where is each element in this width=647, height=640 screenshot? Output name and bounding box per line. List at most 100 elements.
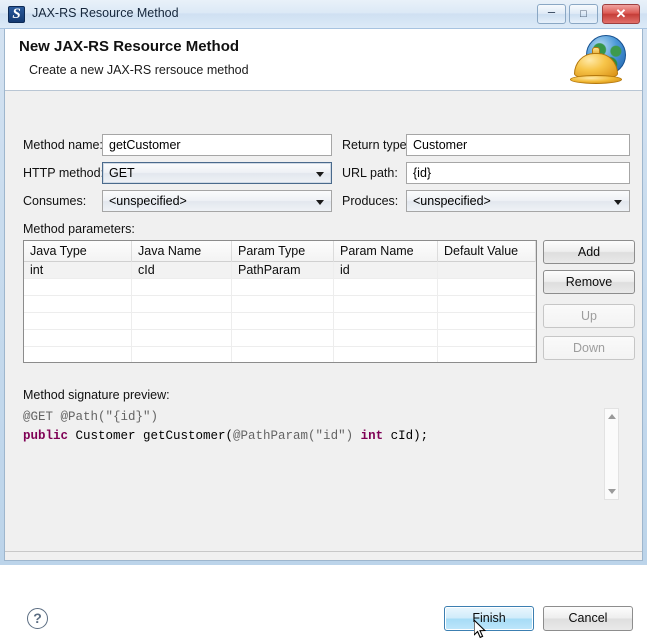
return-type-input[interactable]: Customer xyxy=(406,134,630,156)
table-header-row: Java Type Java Name Param Type Param Name De… xyxy=(24,241,536,262)
preview-label: Method signature preview: xyxy=(23,388,170,402)
preview-keyword-int: int xyxy=(360,429,384,443)
table-row[interactable] xyxy=(24,330,536,347)
down-param-button: Down xyxy=(543,336,635,360)
table-row[interactable] xyxy=(24,313,536,330)
table-cell xyxy=(438,313,536,330)
preview-pathparam: @PathParam("id") xyxy=(233,429,354,443)
chevron-down-icon xyxy=(316,200,324,205)
minimize-button[interactable]: – xyxy=(537,4,566,24)
column-header[interactable]: Java Name xyxy=(132,241,232,262)
url-path-input[interactable]: {id} xyxy=(406,162,630,184)
footer-separator xyxy=(5,551,642,552)
table-cell xyxy=(232,347,334,362)
bell-base-icon xyxy=(570,75,622,84)
table-cell: id xyxy=(334,262,438,279)
window-title: JAX-RS Resource Method xyxy=(32,6,179,20)
table-cell xyxy=(438,347,536,362)
cancel-button[interactable]: Cancel xyxy=(543,606,633,631)
column-header[interactable]: Java Type xyxy=(24,241,132,262)
table-cell xyxy=(132,347,232,362)
table-row[interactable]: int cId PathParam id xyxy=(24,262,536,279)
table-cell xyxy=(334,296,438,313)
preview-scrollbar[interactable] xyxy=(604,408,619,500)
page-subtitle: Create a new JAX-RS rersouce method xyxy=(29,63,249,77)
table-cell xyxy=(132,296,232,313)
method-signature-preview: @GET @Path("{id}") public Customer getCu… xyxy=(19,404,627,533)
method-parameters-label: Method parameters: xyxy=(23,222,135,236)
dialog-body: New JAX-RS Resource Method Create a new … xyxy=(4,29,643,639)
table-cell: cId xyxy=(132,262,232,279)
table-body: int cId PathParam id xyxy=(24,262,536,362)
table-cell xyxy=(24,279,132,296)
http-method-value: GET xyxy=(109,166,135,180)
preview-mid: Customer getCustomer( xyxy=(68,429,234,443)
help-icon[interactable]: ? xyxy=(27,608,48,629)
table-cell: int xyxy=(24,262,132,279)
dialog-window: S JAX-RS Resource Method – □ ✕ New JAX-R… xyxy=(0,0,647,639)
remove-param-button[interactable]: Remove xyxy=(543,270,635,294)
http-method-label: HTTP method: xyxy=(23,166,105,180)
finish-button[interactable]: Finish xyxy=(444,606,534,631)
mouse-cursor xyxy=(474,620,487,639)
maximize-button[interactable]: □ xyxy=(569,4,598,24)
table-row[interactable] xyxy=(24,279,536,296)
table-cell xyxy=(438,279,536,296)
table-cell xyxy=(132,279,232,296)
preview-code: @GET @Path("{id}") public Customer getCu… xyxy=(23,408,601,446)
consumes-value: <unspecified> xyxy=(109,194,187,208)
table-cell xyxy=(232,330,334,347)
produces-select[interactable]: <unspecified> xyxy=(406,190,630,212)
table-row[interactable] xyxy=(24,296,536,313)
table-cell xyxy=(334,330,438,347)
table-cell xyxy=(438,296,536,313)
table-cell xyxy=(24,313,132,330)
chevron-down-icon xyxy=(614,200,622,205)
close-icon: ✕ xyxy=(615,6,627,21)
http-method-select[interactable]: GET xyxy=(102,162,332,184)
scroll-up-icon[interactable] xyxy=(608,414,616,419)
table-cell xyxy=(334,279,438,296)
preview-keyword-public: public xyxy=(23,429,69,443)
table-cell xyxy=(334,347,438,362)
jaxrs-icon-glyph: S xyxy=(12,6,21,22)
method-name-input[interactable]: getCustomer xyxy=(102,134,332,156)
url-path-label: URL path: xyxy=(342,166,398,180)
column-header[interactable]: Param Type xyxy=(232,241,334,262)
minimize-icon: – xyxy=(547,4,556,19)
table-cell xyxy=(24,347,132,362)
column-header[interactable]: Default Value xyxy=(438,241,536,262)
page-title: New JAX-RS Resource Method xyxy=(19,38,240,55)
jaxrs-icon: S xyxy=(8,6,25,23)
table-cell xyxy=(438,262,536,279)
method-name-label: Method name: xyxy=(23,138,103,152)
table-cell xyxy=(132,330,232,347)
consumes-label: Consumes: xyxy=(23,194,87,208)
table-cell xyxy=(438,330,536,347)
column-header[interactable]: Param Name xyxy=(334,241,438,262)
up-param-button: Up xyxy=(543,304,635,328)
add-param-button[interactable]: Add xyxy=(543,240,635,264)
maximize-icon: □ xyxy=(580,8,587,20)
preview-line1: @GET @Path("{id}") xyxy=(23,410,159,424)
return-type-label: Return type: xyxy=(342,138,411,152)
table-cell xyxy=(334,313,438,330)
table-cell xyxy=(232,296,334,313)
table-cell xyxy=(232,279,334,296)
produces-label: Produces: xyxy=(342,194,399,208)
produces-value: <unspecified> xyxy=(413,194,491,208)
table-row[interactable] xyxy=(24,347,536,362)
preview-tail: cId); xyxy=(383,429,429,443)
table-cell xyxy=(232,313,334,330)
table-cell xyxy=(24,330,132,347)
form-area: Method name: getCustomer Return type: Cu… xyxy=(5,92,642,639)
chevron-down-icon xyxy=(316,172,324,177)
consumes-select[interactable]: <unspecified> xyxy=(102,190,332,212)
table-cell: PathParam xyxy=(232,262,334,279)
method-parameters-table[interactable]: Java Type Java Name Param Type Param Name De… xyxy=(23,240,537,363)
title-bar: S JAX-RS Resource Method – □ ✕ xyxy=(0,0,647,29)
table-cell xyxy=(132,313,232,330)
scroll-down-icon[interactable] xyxy=(608,489,616,494)
wizard-banner: New JAX-RS Resource Method Create a new … xyxy=(5,29,642,91)
close-button[interactable]: ✕ xyxy=(602,4,640,24)
